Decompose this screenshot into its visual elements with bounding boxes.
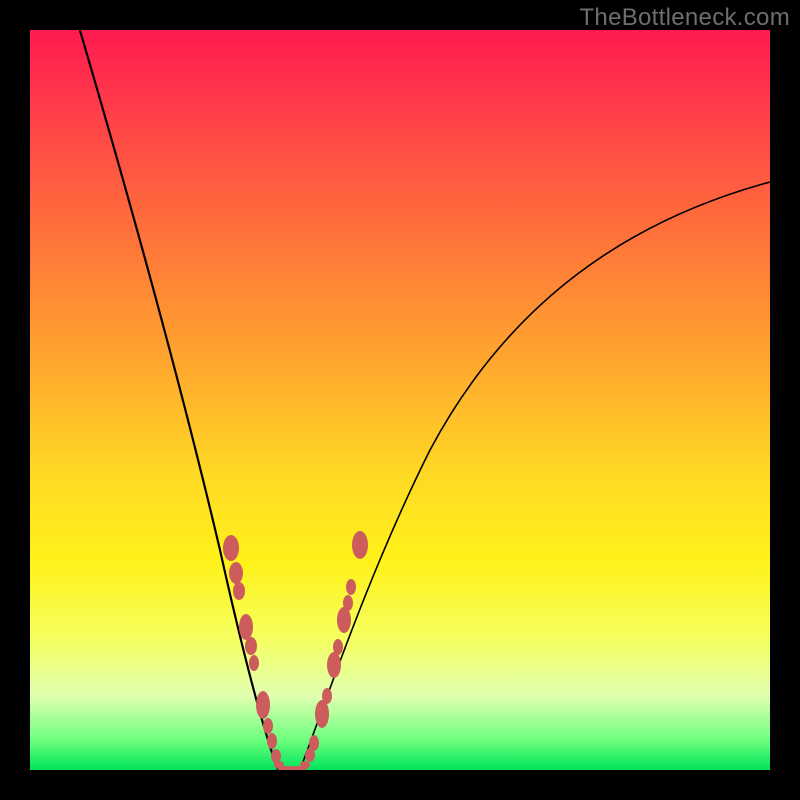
chart-frame: TheBottleneck.com xyxy=(0,0,800,800)
right-curve xyxy=(300,182,770,770)
sample-points xyxy=(223,531,368,770)
curve-layer xyxy=(30,30,770,770)
plot-area xyxy=(30,30,770,770)
left-curve xyxy=(74,30,278,770)
watermark-text: TheBottleneck.com xyxy=(579,4,790,32)
